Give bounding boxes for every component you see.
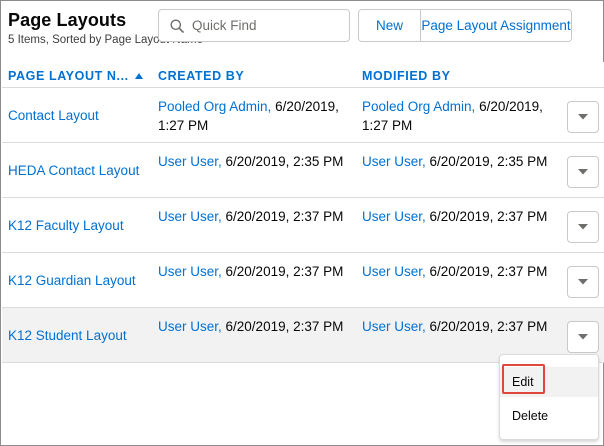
row-actions-button[interactable] [567,211,599,243]
page-layout-name-link[interactable]: K12 Faculty Layout [8,218,124,233]
page-layout-assignment-button[interactable]: Page Layout Assignment [420,10,571,41]
chevron-down-icon [578,279,588,285]
created-by-cell: User User, 6/20/2019, 2:35 PM [158,152,348,171]
created-date: 6/20/2019, 2:37 PM [225,319,344,334]
modified-by-user-link[interactable]: User User, [362,209,426,224]
row-actions-button[interactable] [567,321,599,353]
row-actions-menu: Edit Delete [499,354,599,440]
menu-item-delete[interactable]: Delete [500,401,598,431]
table-header: PAGE LAYOUT N... CREATED BY MODIFIED BY [2,62,604,88]
created-by-user-link[interactable]: Pooled Org Admin, [158,99,271,114]
modified-date: 6/20/2019, 2:35 PM [429,154,548,169]
modified-by-user-link[interactable]: User User, [362,154,426,169]
page-layout-name-link[interactable]: K12 Guardian Layout [8,273,136,288]
page-title: Page Layouts [8,10,127,30]
menu-item-edit[interactable]: Edit [500,367,598,397]
sort-ascending-icon [134,73,143,79]
created-by-user-link[interactable]: User User, [158,209,222,224]
column-header-modified-by[interactable]: MODIFIED BY [362,69,451,83]
row-actions-button[interactable] [567,156,599,188]
created-date: 6/20/2019, 2:35 PM [225,154,344,169]
search-icon [170,19,184,33]
modified-by-cell: User User, 6/20/2019, 2:37 PM [362,262,552,281]
column-header-label: PAGE LAYOUT N... [8,69,129,83]
table-row: K12 Guardian Layout User User, 6/20/2019… [2,253,604,308]
chevron-down-icon [578,114,588,120]
table-row: HEDA Contact Layout User User, 6/20/2019… [2,143,604,198]
modified-by-cell: User User, 6/20/2019, 2:37 PM [362,207,552,226]
column-header-page-layout-name[interactable]: PAGE LAYOUT N... [8,69,143,83]
created-by-user-link[interactable]: User User, [158,264,222,279]
header-button-group: New Page Layout Assignment [358,9,572,42]
page-layout-name-link[interactable]: HEDA Contact Layout [8,163,139,178]
page-layout-name-link[interactable]: Contact Layout [8,108,99,123]
chevron-down-icon [578,334,588,340]
created-by-cell: User User, 6/20/2019, 2:37 PM [158,317,348,336]
created-date: 6/20/2019, 2:37 PM [225,264,344,279]
created-by-cell: Pooled Org Admin, 6/20/2019, 1:27 PM [158,97,348,135]
quick-find-box[interactable] [158,9,350,42]
chevron-down-icon [578,224,588,230]
created-by-cell: User User, 6/20/2019, 2:37 PM [158,262,348,281]
modified-date: 6/20/2019, 2:37 PM [429,319,548,334]
quick-find-input[interactable] [192,18,342,33]
modified-by-user-link[interactable]: User User, [362,264,426,279]
created-by-user-link[interactable]: User User, [158,154,222,169]
modified-date: 6/20/2019, 2:37 PM [429,209,548,224]
page-layouts-panel: Page Layouts 5 Items, Sorted by Page Lay… [0,0,604,446]
new-button[interactable]: New [359,10,420,41]
page-layout-name-link[interactable]: K12 Student Layout [8,328,127,343]
chevron-down-icon [578,169,588,175]
row-actions-button[interactable] [567,266,599,298]
modified-date: 6/20/2019, 2:37 PM [429,264,548,279]
created-by-cell: User User, 6/20/2019, 2:37 PM [158,207,348,226]
modified-by-user-link[interactable]: Pooled Org Admin, [362,99,475,114]
table-row: Contact Layout Pooled Org Admin, 6/20/20… [2,88,604,143]
modified-by-cell: Pooled Org Admin, 6/20/2019, 1:27 PM [362,97,552,135]
created-date: 6/20/2019, 2:37 PM [225,209,344,224]
row-actions-button[interactable] [567,101,599,133]
modified-by-user-link[interactable]: User User, [362,319,426,334]
table-row: K12 Faculty Layout User User, 6/20/2019,… [2,198,604,253]
column-header-created-by[interactable]: CREATED BY [158,69,244,83]
modified-by-cell: User User, 6/20/2019, 2:37 PM [362,317,552,336]
created-by-user-link[interactable]: User User, [158,319,222,334]
modified-by-cell: User User, 6/20/2019, 2:35 PM [362,152,552,171]
